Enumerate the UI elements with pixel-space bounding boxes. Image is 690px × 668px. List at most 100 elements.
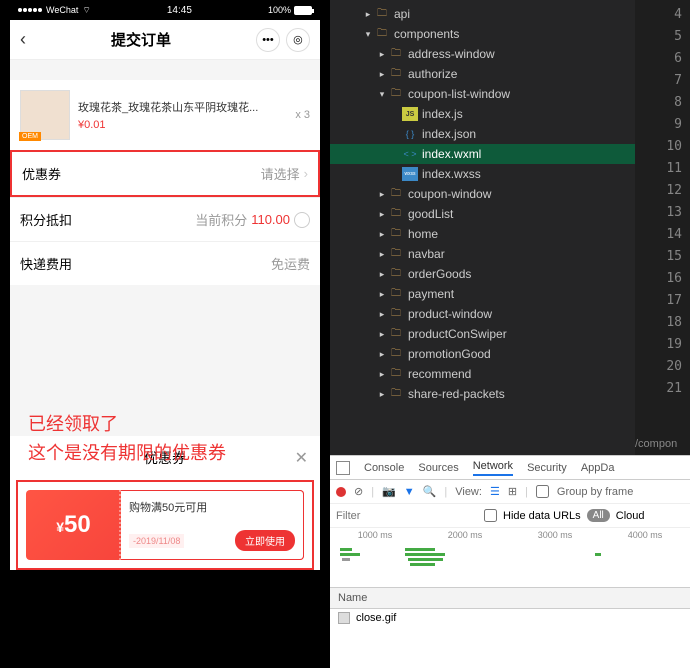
tree-arrow-icon[interactable]: ▸ xyxy=(376,269,388,280)
tree-item-index-wxss[interactable]: wxss index.wxss xyxy=(330,164,635,184)
line-number: 9 xyxy=(643,114,682,136)
camera-icon[interactable]: 📷 xyxy=(382,485,396,498)
tree-item-product-window[interactable]: ▸🗀product-window xyxy=(330,304,635,324)
use-coupon-button[interactable]: 立即使用 xyxy=(235,530,295,551)
points-label: 积分抵扣 xyxy=(20,210,72,229)
tree-arrow-icon[interactable]: ▸ xyxy=(376,369,388,380)
search-icon[interactable]: 🔍 xyxy=(423,485,437,498)
view-label: View: xyxy=(455,486,482,498)
filter-cloud[interactable]: Cloud xyxy=(616,510,645,522)
timeline-bars xyxy=(330,542,690,582)
radio-icon[interactable] xyxy=(294,212,310,228)
record-button[interactable] xyxy=(336,487,346,497)
points-row[interactable]: 积分抵扣 当前积分 110.00 xyxy=(10,197,320,241)
tree-label: recommend xyxy=(408,367,471,381)
close-icon[interactable]: ✕ xyxy=(295,448,308,468)
tree-item-productConSwiper[interactable]: ▸🗀productConSwiper xyxy=(330,324,635,344)
tree-arrow-icon[interactable]: ▸ xyxy=(376,389,388,400)
tree-item-authorize[interactable]: ▸🗀authorize xyxy=(330,64,635,84)
points-value: 110.00 xyxy=(251,212,290,227)
name-column-header[interactable]: Name xyxy=(330,588,690,609)
tree-item-components[interactable]: ▾🗀components xyxy=(330,24,635,44)
tree-item-share-red-packets[interactable]: ▸🗀share-red-packets xyxy=(330,384,635,404)
coupon-card[interactable]: ¥50 购物满50元可用 -2019/11/08 立即使用 xyxy=(26,490,304,560)
tree-item-index-wxml[interactable]: < >index.wxml xyxy=(330,144,635,164)
tab-appdata[interactable]: AppDa xyxy=(581,462,615,474)
tree-label: index.js xyxy=(422,107,463,121)
tree-item-coupon-list-window[interactable]: ▾🗀coupon-list-window xyxy=(330,84,635,104)
tree-item-coupon-window[interactable]: ▸🗀coupon-window xyxy=(330,184,635,204)
tree-item-navbar[interactable]: ▸🗀navbar xyxy=(330,244,635,264)
product-name: 玫瑰花茶_玫瑰花茶山东平阴玫瑰花... xyxy=(78,99,287,115)
network-timeline[interactable]: 1000 ms 2000 ms 3000 ms 4000 ms xyxy=(330,528,690,588)
line-number: 11 xyxy=(643,158,682,180)
tree-label: index.wxss xyxy=(422,167,481,181)
wxss-icon: wxss xyxy=(402,167,418,181)
tree-item-api[interactable]: ▸🗀api xyxy=(330,4,635,24)
back-button[interactable]: ‹ xyxy=(20,29,26,50)
tab-security[interactable]: Security xyxy=(527,462,567,474)
line-number: 20 xyxy=(643,356,682,378)
tab-console[interactable]: Console xyxy=(364,462,404,474)
folder-icon: 🗀 xyxy=(388,187,404,201)
line-number: 21 xyxy=(643,378,682,400)
product-row[interactable]: OEM 玫瑰花茶_玫瑰花茶山东平阴玫瑰花... ¥0.01 x 3 xyxy=(10,80,320,150)
file-explorer[interactable]: ▸🗀api▾🗀components▸🗀address-window▸🗀autho… xyxy=(330,0,635,455)
tree-arrow-icon[interactable]: ▸ xyxy=(376,49,388,60)
coupon-row[interactable]: 优惠券 请选择 › xyxy=(10,150,320,197)
tree-item-recommend[interactable]: ▸🗀recommend xyxy=(330,364,635,384)
hide-urls-checkbox[interactable] xyxy=(484,509,497,522)
tree-label: promotionGood xyxy=(408,347,491,361)
annotation-line2: 这个是没有期限的优惠券 xyxy=(28,439,226,468)
clear-icon[interactable]: ⊘ xyxy=(354,485,363,498)
tree-arrow-icon[interactable]: ▸ xyxy=(376,349,388,360)
folder-icon: 🗀 xyxy=(388,207,404,221)
wifi-icon: ⌔ xyxy=(82,5,90,16)
tree-item-orderGoods[interactable]: ▸🗀orderGoods xyxy=(330,264,635,284)
list-view-icon[interactable]: ☰ xyxy=(490,485,500,498)
folder-icon: 🗀 xyxy=(374,7,390,21)
filter-input[interactable] xyxy=(336,510,478,522)
shipping-row: 快递费用 免运费 xyxy=(10,241,320,285)
tree-item-index-js[interactable]: JS index.js xyxy=(330,104,635,124)
filter-icon[interactable]: ▼ xyxy=(404,486,415,498)
grid-view-icon[interactable]: ⊞ xyxy=(508,485,517,498)
shipping-label: 快递费用 xyxy=(20,254,72,273)
tree-arrow-icon[interactable]: ▸ xyxy=(362,9,374,20)
folder-icon: 🗀 xyxy=(388,287,404,301)
tl-4000: 4000 ms xyxy=(628,530,663,540)
tree-item-index-json[interactable]: { }index.json xyxy=(330,124,635,144)
tree-arrow-icon[interactable]: ▸ xyxy=(376,209,388,220)
network-row[interactable]: close.gif xyxy=(330,609,690,627)
tree-item-goodList[interactable]: ▸🗀goodList xyxy=(330,204,635,224)
tree-item-payment[interactable]: ▸🗀payment xyxy=(330,284,635,304)
filter-all[interactable]: All xyxy=(587,509,610,522)
tree-arrow-icon[interactable]: ▸ xyxy=(376,289,388,300)
tree-arrow-icon[interactable]: ▸ xyxy=(376,189,388,200)
tree-item-address-window[interactable]: ▸🗀address-window xyxy=(330,44,635,64)
more-button[interactable]: ••• xyxy=(256,28,280,52)
carrier-label: WeChat xyxy=(46,5,78,15)
target-button[interactable]: ◎ xyxy=(286,28,310,52)
tree-arrow-icon[interactable]: ▸ xyxy=(376,329,388,340)
devtools-tabs: Console Sources Network Security AppDa xyxy=(330,456,690,480)
tree-arrow-icon[interactable]: ▾ xyxy=(362,29,374,40)
tree-arrow-icon[interactable]: ▸ xyxy=(376,69,388,80)
tree-item-promotionGood[interactable]: ▸🗀promotionGood xyxy=(330,344,635,364)
group-checkbox[interactable] xyxy=(536,485,549,498)
tree-arrow-icon[interactable]: ▸ xyxy=(376,229,388,240)
tree-arrow-icon[interactable]: ▾ xyxy=(376,89,388,100)
oem-badge: OEM xyxy=(19,132,41,141)
product-price: ¥0.01 xyxy=(78,119,287,131)
tl-3000: 3000 ms xyxy=(538,530,573,540)
js-icon: JS xyxy=(402,107,418,121)
tree-item-home[interactable]: ▸🗀home xyxy=(330,224,635,244)
tree-arrow-icon[interactable]: ▸ xyxy=(376,249,388,260)
tree-arrow-icon[interactable]: ▸ xyxy=(376,309,388,320)
inspect-icon[interactable] xyxy=(336,461,350,475)
tab-network[interactable]: Network xyxy=(473,460,513,476)
status-time: 14:45 xyxy=(167,5,192,16)
chevron-right-icon: › xyxy=(304,166,308,181)
tab-sources[interactable]: Sources xyxy=(418,462,458,474)
folder-icon: 🗀 xyxy=(388,267,404,281)
